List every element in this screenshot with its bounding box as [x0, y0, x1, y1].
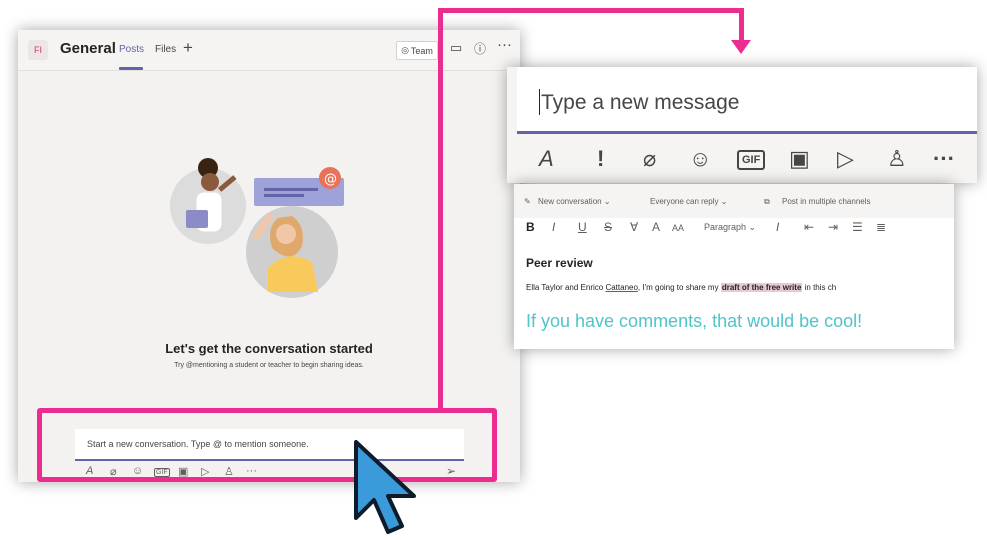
eye-icon: ◎ — [401, 45, 409, 55]
channel-header: FI General Posts Files + ◎ Team ▭ ⓘ ··· — [18, 30, 520, 71]
info-icon[interactable]: ⓘ — [474, 40, 486, 57]
active-tab-indicator — [119, 67, 143, 70]
tab-files[interactable]: Files — [155, 44, 176, 55]
svg-text:@: @ — [324, 172, 337, 187]
font-size-icon[interactable]: AA — [672, 223, 684, 233]
callout-connector-drop — [739, 8, 744, 44]
highlighted-text: draft of the free write — [720, 283, 803, 292]
new-message-placeholder: Type a new message — [541, 91, 740, 114]
paragraph-dropdown[interactable]: Paragraph ⌄ — [704, 222, 756, 233]
empty-state-subtitle: Try @mentioning a student or teacher to … — [174, 362, 364, 369]
add-tab-button[interactable]: + — [183, 38, 193, 58]
underline-button[interactable]: U — [578, 220, 587, 234]
emoji-icon[interactable]: ☺ — [689, 146, 711, 172]
expanded-compose-panel: ✎ New conversation ⌄ Everyone can reply … — [514, 184, 954, 349]
send-icon[interactable]: ▷ — [837, 146, 854, 172]
attach-icon[interactable]: ⌀ — [643, 146, 656, 172]
important-icon[interactable]: ! — [597, 146, 604, 172]
callout-arrowhead — [731, 40, 751, 54]
new-message-input[interactable]: Type a new message — [517, 67, 977, 134]
team-avatar[interactable]: FI — [28, 40, 48, 60]
message-subject: Peer review — [526, 256, 593, 270]
mouse-cursor-icon — [354, 440, 416, 534]
mention-cattaneo[interactable]: Cattaneo — [605, 283, 637, 292]
strikethrough-button[interactable]: S — [604, 220, 612, 234]
compose-highlight-box — [37, 408, 497, 482]
gif-icon[interactable]: GIF — [737, 150, 766, 170]
callout-connector-horizontal — [438, 8, 744, 13]
highlight-icon[interactable]: ∀ — [630, 220, 638, 234]
team-button[interactable]: ◎ Team — [396, 41, 438, 60]
clear-format-icon[interactable]: I — [776, 220, 779, 234]
more-icon[interactable]: ··· — [933, 146, 955, 172]
multi-channel-icon[interactable]: ⧉ — [764, 197, 770, 207]
bulleted-list-icon[interactable]: ☰ — [852, 220, 863, 234]
increase-indent-icon[interactable]: ⇥ — [828, 220, 838, 234]
sticker-icon[interactable]: ▣ — [789, 146, 810, 172]
format-icon[interactable]: A — [539, 146, 554, 172]
text-caret — [539, 89, 540, 115]
numbered-list-icon[interactable]: ≣ — [876, 220, 886, 234]
tab-posts[interactable]: Posts — [119, 44, 144, 55]
team-button-label: Team — [410, 45, 433, 56]
bold-button[interactable]: B — [526, 220, 535, 234]
edit-icon[interactable]: ✎ — [524, 197, 531, 206]
decrease-indent-icon[interactable]: ⇤ — [804, 220, 814, 234]
more-options-icon[interactable]: ··· — [497, 36, 512, 53]
praise-icon[interactable]: ♙ — [887, 146, 907, 172]
reply-permission-dropdown[interactable]: Everyone can reply ⌄ — [650, 197, 727, 206]
callout-connector-vertical — [438, 8, 443, 413]
conversation-illustration: @ — [170, 158, 344, 298]
font-color-icon[interactable]: A — [652, 220, 660, 234]
italic-button[interactable]: I — [552, 220, 555, 234]
channel-name: General — [60, 40, 116, 57]
meet-now-icon[interactable]: ▭ — [450, 40, 462, 56]
compose-options-bar: ✎ New conversation ⌄ Everyone can reply … — [514, 184, 954, 218]
message-body-line: Ella Taylor and Enrico Cattaneo, I'm goi… — [526, 283, 837, 292]
new-conversation-dropdown[interactable]: New conversation ⌄ — [538, 197, 611, 206]
empty-state-title: Let's get the conversation started — [165, 341, 373, 356]
post-multiple-channels[interactable]: Post in multiple channels — [782, 197, 871, 206]
zoomed-compose-box: Type a new message A ! ⌀ ☺ GIF ▣ ▷ ♙ ··· — [507, 67, 977, 183]
colored-message-text: If you have comments, that would be cool… — [526, 311, 863, 331]
